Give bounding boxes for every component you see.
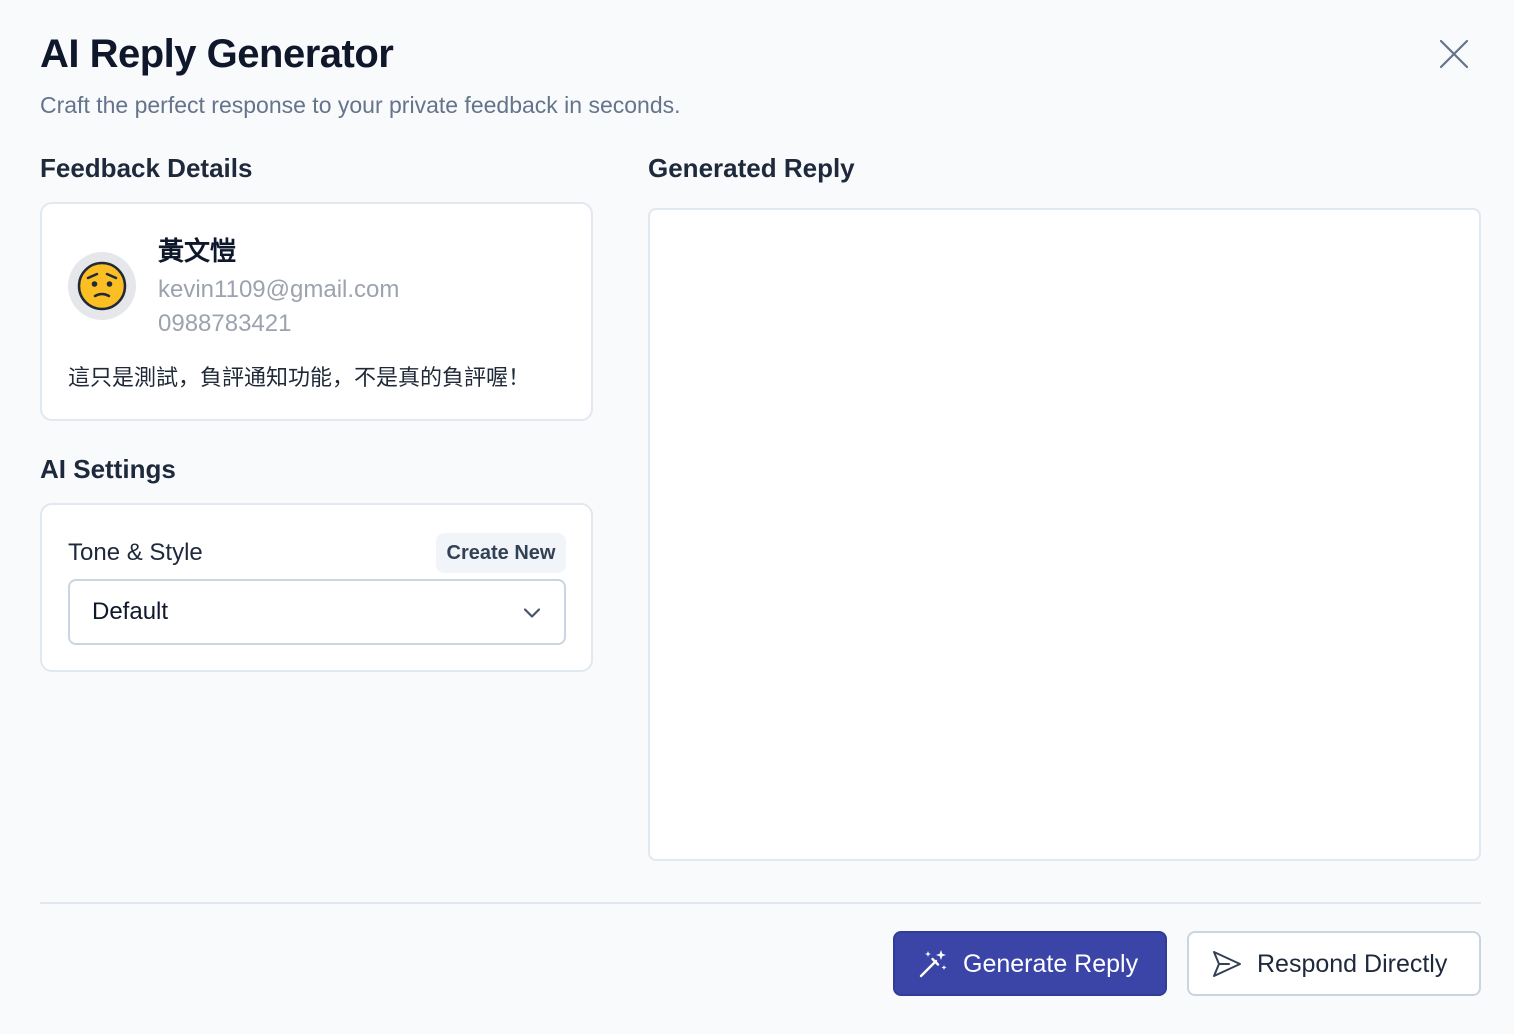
feedback-details-heading: Feedback Details xyxy=(40,153,253,183)
avatar xyxy=(68,252,136,320)
ai-settings-heading: AI Settings xyxy=(40,454,176,484)
tone-style-select[interactable]: Default xyxy=(68,579,566,645)
generate-reply-button[interactable]: Generate Reply xyxy=(893,931,1167,996)
close-icon xyxy=(1439,39,1469,69)
close-button[interactable] xyxy=(1430,30,1478,78)
respond-directly-label: Respond Directly xyxy=(1257,949,1448,978)
respond-directly-button[interactable]: Respond Directly xyxy=(1187,931,1481,996)
footer-divider xyxy=(40,902,1481,904)
generated-reply-textarea[interactable] xyxy=(648,208,1481,861)
generate-reply-label: Generate Reply xyxy=(963,949,1139,978)
ai-settings-card: Tone & Style Create New Default xyxy=(40,503,593,672)
user-phone: 0988783421 xyxy=(158,310,292,337)
user-email: kevin1109@gmail.com xyxy=(158,276,400,303)
generated-reply-heading: Generated Reply xyxy=(648,153,855,183)
chevron-down-icon xyxy=(523,608,541,618)
create-new-button[interactable]: Create New xyxy=(436,533,566,573)
tone-style-label: Tone & Style xyxy=(68,539,203,566)
worried-face-icon xyxy=(77,261,127,311)
user-name: 黃文愷 xyxy=(158,236,237,266)
feedback-message: 這只是測試，負評通知功能，不是真的負評喔！ xyxy=(68,365,531,390)
feedback-card: 黃文愷 kevin1109@gmail.com 0988783421 這只是測試… xyxy=(40,202,593,421)
tone-style-selected-value: Default xyxy=(92,598,169,625)
send-icon xyxy=(1211,948,1243,980)
dialog-subtitle: Craft the perfect response to your priva… xyxy=(40,92,681,118)
dialog-title: AI Reply Generator xyxy=(40,32,394,76)
magic-wand-icon xyxy=(917,948,949,980)
ai-reply-dialog: AI Reply Generator Craft the perfect res… xyxy=(0,0,1514,1034)
